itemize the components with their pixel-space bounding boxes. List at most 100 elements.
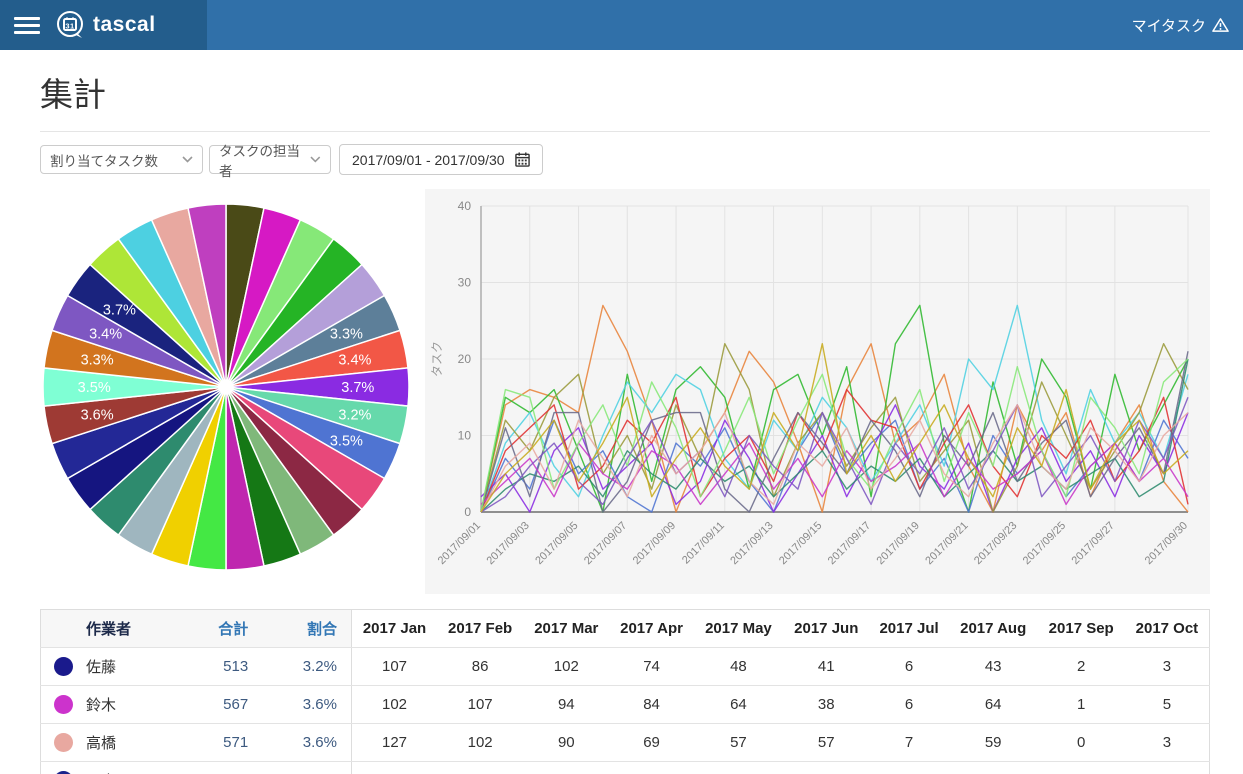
worker-color-dot	[54, 733, 73, 752]
month-value: 69	[609, 724, 693, 762]
month-value: 95	[523, 762, 609, 774]
y-axis-tick-label: 30	[458, 276, 472, 290]
worker-pct[interactable]: 3.6%	[262, 686, 351, 724]
month-value: 2	[1038, 648, 1125, 686]
month-value: 102	[437, 724, 523, 762]
pct-column-header[interactable]: 割合	[262, 610, 351, 648]
month-value: 6	[869, 648, 948, 686]
worker-name: 高橋	[86, 732, 116, 753]
pie-slice-label: 3.3%	[81, 353, 114, 369]
workload-pie-chart: 3.3%3.4%3.7%3.2%3.5%3.6%3.5%3.3%3.4%3.7%	[40, 189, 420, 581]
worker-name: 鈴木	[86, 694, 116, 715]
x-axis-tick-label: 2017/09/17	[826, 520, 873, 567]
pie-slice-label: 3.4%	[338, 353, 371, 369]
brand-area: 31 tascal	[0, 0, 207, 50]
workers-table: 作業者 合計 割合 佐藤5133.2% 鈴木 5673.6% 高橋 5713.6% 田中 5…	[40, 609, 352, 774]
month-value: 94	[523, 686, 609, 724]
month-column-header: 2017 Oct	[1125, 610, 1210, 648]
month-value: 84	[609, 686, 693, 724]
metric-select-value: 割り当てタスク数	[50, 150, 158, 170]
month-value: 2	[1125, 762, 1210, 774]
worker-total[interactable]: 513	[172, 648, 262, 686]
month-value: 125	[352, 762, 437, 774]
worker-color-dot	[54, 695, 73, 714]
worker-total[interactable]: 571	[172, 724, 262, 762]
x-axis-tick-label: 2017/09/25	[1021, 520, 1068, 567]
pie-slice-label: 3.7%	[103, 303, 136, 319]
y-axis-tick-label: 40	[458, 199, 472, 213]
month-value: 43	[949, 648, 1038, 686]
daily-tasks-line-chart: 0102030402017/09/012017/09/032017/09/052…	[425, 189, 1210, 594]
month-value: 0	[1038, 762, 1125, 774]
top-navigation-bar: 31 tascal マイタスク	[0, 0, 1243, 50]
worker-pct[interactable]: 3.6%	[262, 724, 351, 762]
table-row-months: 1021079484643866415	[352, 686, 1210, 724]
my-tasks-link[interactable]: マイタスク	[1132, 15, 1229, 36]
pie-slice-label: 3.6%	[81, 407, 114, 423]
month-value: 8	[869, 762, 948, 774]
title-divider	[40, 131, 1210, 132]
worker-total[interactable]: 594	[172, 762, 262, 774]
chevron-down-icon	[310, 156, 321, 163]
app-logo[interactable]: 31 tascal	[54, 9, 156, 41]
month-value: 107	[352, 648, 437, 686]
menu-icon[interactable]	[14, 13, 40, 38]
table-row: 佐藤5133.2%	[41, 648, 352, 686]
pie-slice-label: 3.5%	[78, 380, 111, 396]
month-column-header: 2017 Aug	[949, 610, 1038, 648]
months-table-header-row: 2017 Jan2017 Feb2017 Mar2017 Apr2017 May…	[352, 610, 1210, 648]
month-column-header: 2017 Jun	[783, 610, 869, 648]
table-row-months: 1078610274484164323	[352, 648, 1210, 686]
month-value: 61	[783, 762, 869, 774]
worker-color-dot	[54, 657, 73, 676]
month-value: 55	[694, 762, 784, 774]
y-axis-tick-label: 0	[464, 505, 471, 519]
table-row: 鈴木 5673.6%	[41, 686, 352, 724]
month-value: 41	[783, 648, 869, 686]
month-value: 38	[783, 686, 869, 724]
y-axis-tick-label: 20	[458, 352, 472, 366]
month-value: 107	[437, 686, 523, 724]
assignee-select[interactable]: タスクの担当者	[209, 145, 331, 174]
assignee-select-value: タスクの担当者	[219, 140, 310, 180]
table-row: 高橋 5713.6%	[41, 724, 352, 762]
brand-name: tascal	[93, 13, 156, 37]
pie-slice-label: 3.5%	[330, 434, 363, 450]
month-value: 64	[949, 686, 1038, 724]
pie-slice-label: 3.3%	[330, 326, 363, 342]
month-value: 64	[694, 686, 784, 724]
calendar-logo-icon: 31	[54, 9, 86, 41]
table-row-months: 1251289561556185702	[352, 762, 1210, 774]
charts-row: 3.3%3.4%3.7%3.2%3.5%3.6%3.5%3.3%3.4%3.7%…	[40, 189, 1210, 594]
workers-table-header-row: 作業者 合計 割合	[41, 610, 352, 648]
date-range-picker[interactable]: 2017/09/01 - 2017/09/30	[339, 144, 543, 175]
x-axis-tick-label: 2017/09/01	[436, 520, 483, 567]
worker-column-header: 作業者	[41, 610, 172, 648]
x-axis-tick-label: 2017/09/13	[728, 520, 775, 567]
line-series[interactable]	[481, 344, 1188, 512]
worker-pct[interactable]: 3.7%	[262, 762, 351, 774]
date-range-value: 2017/09/01 - 2017/09/30	[352, 152, 505, 168]
month-value: 57	[949, 762, 1038, 774]
month-column-header: 2017 Jan	[352, 610, 437, 648]
x-axis-tick-label: 2017/09/05	[533, 520, 580, 567]
months-table: 2017 Jan2017 Feb2017 Mar2017 Apr2017 May…	[352, 609, 1210, 774]
x-axis-tick-label: 2017/09/27	[1070, 520, 1117, 567]
month-column-header: 2017 Jul	[869, 610, 948, 648]
metric-select[interactable]: 割り当てタスク数	[40, 145, 203, 174]
total-column-header[interactable]: 合計	[172, 610, 262, 648]
x-axis-tick-label: 2017/09/11	[680, 520, 727, 567]
chevron-down-icon	[182, 156, 193, 163]
x-axis-tick-label: 2017/09/23	[972, 520, 1019, 567]
worker-pct[interactable]: 3.2%	[262, 648, 351, 686]
x-axis-tick-label: 2017/09/30	[1143, 520, 1190, 567]
calendar-icon	[515, 152, 530, 167]
worker-total[interactable]: 567	[172, 686, 262, 724]
my-tasks-label: マイタスク	[1132, 15, 1206, 36]
month-value: 57	[694, 724, 784, 762]
pie-slice-label: 3.7%	[341, 380, 374, 396]
x-axis-tick-label: 2017/09/21	[923, 520, 970, 567]
month-value: 3	[1125, 648, 1210, 686]
worker-name: 田中	[86, 770, 116, 774]
line-series[interactable]	[481, 344, 1188, 512]
